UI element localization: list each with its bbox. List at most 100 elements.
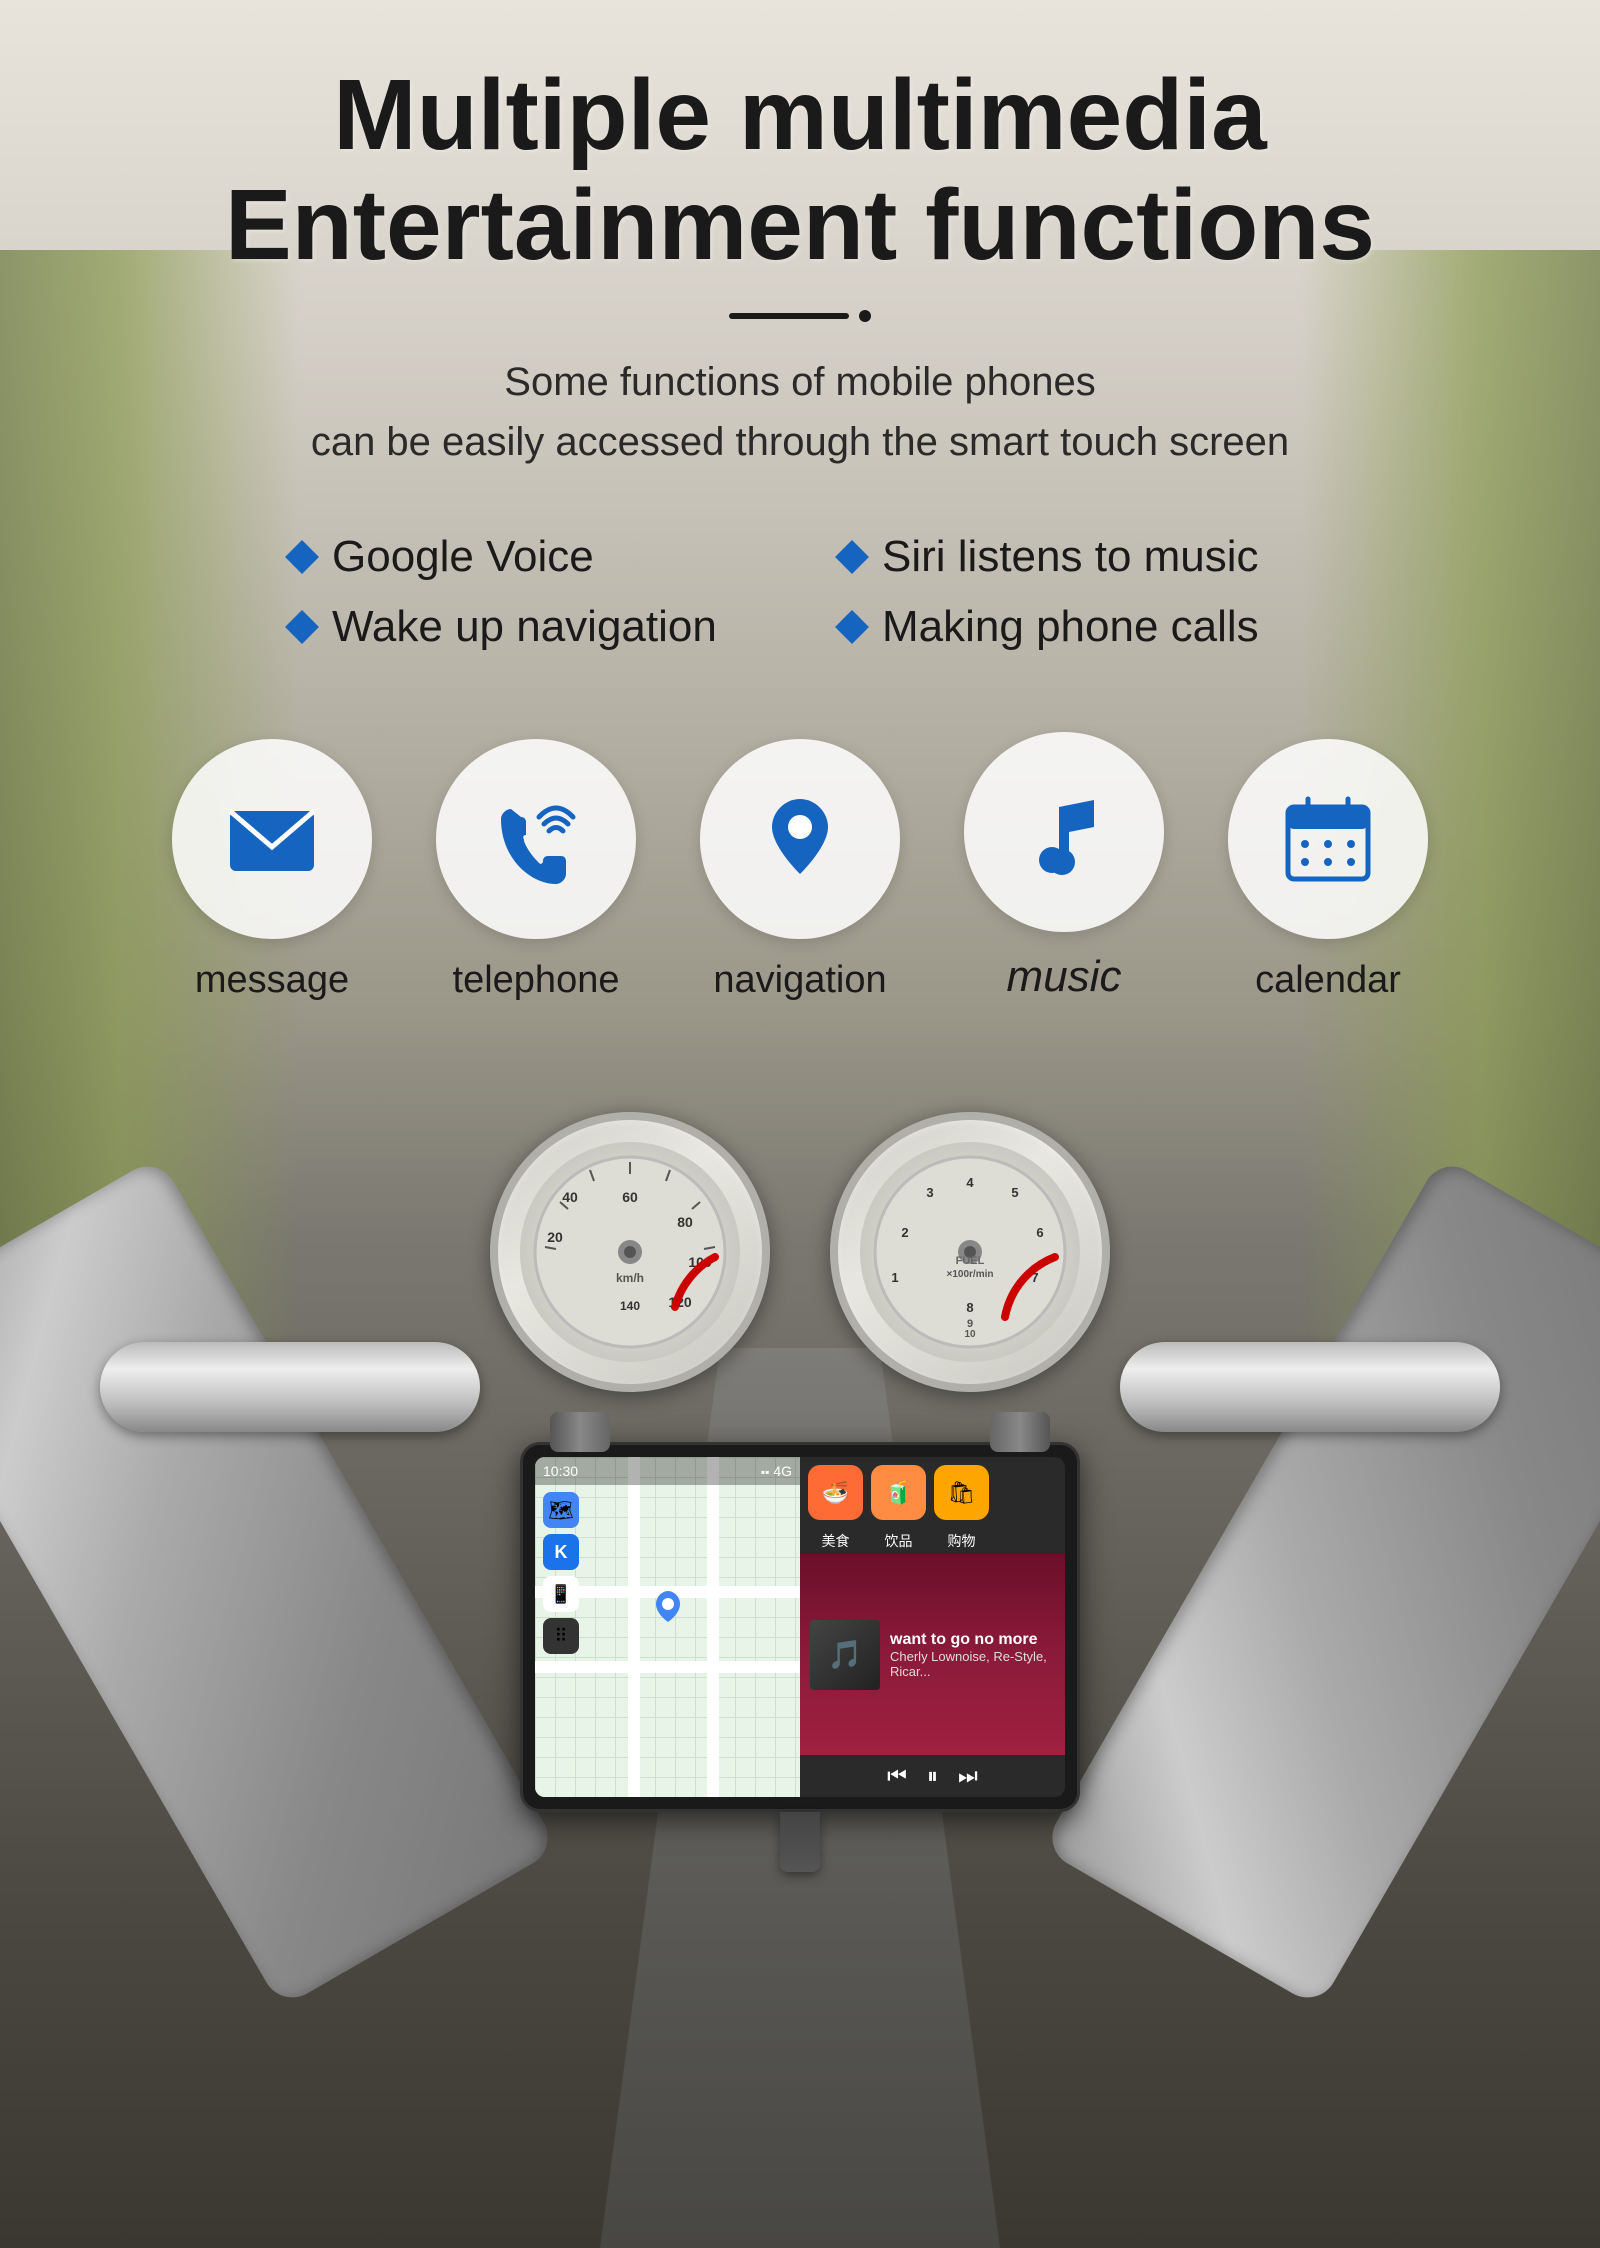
svg-text:3: 3 bbox=[926, 1185, 933, 1200]
svg-text:140: 140 bbox=[620, 1299, 640, 1313]
app-labels-row: 美食 饮品 购物 bbox=[800, 1528, 1065, 1554]
map-app-icons: 🗺 K 📱 ⠿ bbox=[543, 1492, 579, 1654]
music-icon-circle bbox=[964, 732, 1164, 932]
navigation-label: navigation bbox=[713, 959, 886, 1002]
status-signal: ▪▪ 4G bbox=[761, 1463, 792, 1479]
mount-arm-left bbox=[550, 1412, 610, 1452]
diamond-icon bbox=[835, 540, 869, 574]
svg-text:6: 6 bbox=[1036, 1225, 1043, 1240]
device-screen: 10:30 ▪▪ 4G 🗺 K bbox=[535, 1457, 1065, 1797]
screen-apps: 🍜 🧃 🛍 bbox=[800, 1457, 1065, 1797]
feature-item-wake-navigation: Wake up navigation bbox=[290, 602, 760, 652]
smart-device: 10:30 ▪▪ 4G 🗺 K bbox=[520, 1412, 1080, 1872]
svg-text:×100r/min: ×100r/min bbox=[947, 1269, 994, 1280]
main-content: Multiple multimedia Entertainment functi… bbox=[0, 0, 1600, 1972]
pause-button[interactable]: ⏸ bbox=[927, 1763, 938, 1789]
title-line1: Multiple multimedia bbox=[333, 59, 1266, 171]
svg-text:FUEL: FUEL bbox=[956, 1255, 985, 1267]
divider-line bbox=[729, 313, 849, 319]
diamond-icon bbox=[285, 540, 319, 574]
rpm-inner: 3 4 5 6 7 2 1 8 9 10 bbox=[860, 1142, 1080, 1362]
map-road-h2 bbox=[535, 1661, 800, 1673]
app-icon-drinks[interactable]: 🧃 bbox=[871, 1465, 926, 1520]
music-label: music bbox=[1007, 952, 1122, 1002]
icon-item-navigation: navigation bbox=[700, 739, 900, 1002]
maps-app-icon[interactable]: 🗺 bbox=[543, 1492, 579, 1528]
navigation-icon bbox=[750, 789, 850, 889]
feature-label-google-voice: Google Voice bbox=[332, 532, 594, 582]
music-player: 🎵 want to go no more Cherly Lownoise, Re… bbox=[800, 1554, 1065, 1755]
app-icon-shop[interactable]: 🛍 bbox=[934, 1465, 989, 1520]
svg-text:5: 5 bbox=[1011, 1185, 1018, 1200]
app-label-drinks: 饮品 bbox=[871, 1531, 926, 1551]
subtitle-line2: can be easily accessed through the smart… bbox=[311, 420, 1289, 464]
feature-list: Google Voice Siri listens to music Wake … bbox=[250, 532, 1350, 652]
speedometer-svg: 60 80 100 120 40 20 140 bbox=[530, 1152, 730, 1352]
status-bar: 10:30 ▪▪ 4G bbox=[535, 1457, 800, 1485]
device-stem bbox=[780, 1812, 820, 1872]
feature-item-phone-calls: Making phone calls bbox=[840, 602, 1310, 652]
calendar-icon-circle bbox=[1228, 739, 1428, 939]
song-artist: Cherly Lownoise, Re-Style, Ricar... bbox=[890, 1649, 1055, 1679]
message-icon-circle bbox=[172, 739, 372, 939]
music-icon bbox=[1014, 782, 1114, 882]
app-grid: 🍜 🧃 🛍 bbox=[800, 1457, 1065, 1528]
status-time: 10:30 bbox=[543, 1463, 578, 1479]
map-road-v2 bbox=[707, 1457, 719, 1797]
svg-text:4: 4 bbox=[966, 1175, 974, 1190]
feature-label-phone-calls: Making phone calls bbox=[882, 602, 1259, 652]
svg-text:20: 20 bbox=[547, 1229, 563, 1245]
navigation-icon-circle bbox=[700, 739, 900, 939]
icon-item-music: music bbox=[964, 732, 1164, 1002]
svg-text:80: 80 bbox=[677, 1214, 693, 1230]
feature-label-siri-music: Siri listens to music bbox=[882, 532, 1259, 582]
feature-item-google-voice: Google Voice bbox=[290, 532, 760, 582]
calendar-label: calendar bbox=[1255, 959, 1401, 1002]
player-controls: ⏮ ⏸ ⏭ bbox=[800, 1755, 1065, 1797]
svg-text:10: 10 bbox=[964, 1329, 976, 1340]
subtitle-line1: Some functions of mobile phones bbox=[504, 360, 1095, 404]
app-label-food: 美食 bbox=[808, 1531, 863, 1551]
album-art: 🎵 bbox=[810, 1620, 880, 1690]
telephone-label: telephone bbox=[453, 959, 620, 1002]
title-line2: Entertainment functions bbox=[225, 169, 1375, 281]
prev-button[interactable]: ⏮ bbox=[887, 1763, 907, 1789]
carplay-icon[interactable]: 📱 bbox=[543, 1576, 579, 1612]
subtitle: Some functions of mobile phones can be e… bbox=[80, 352, 1520, 472]
svg-text:1: 1 bbox=[891, 1270, 898, 1285]
k-app-icon[interactable]: K bbox=[543, 1534, 579, 1570]
gauge-cluster: 60 80 100 120 40 20 140 bbox=[200, 1082, 1400, 1392]
calendar-icon bbox=[1278, 789, 1378, 889]
icon-item-message: message bbox=[172, 739, 372, 1002]
icon-item-calendar: calendar bbox=[1228, 739, 1428, 1002]
device-body: 10:30 ▪▪ 4G 🗺 K bbox=[520, 1442, 1080, 1812]
divider-dot bbox=[859, 310, 871, 322]
message-icon bbox=[222, 789, 322, 889]
map-pin-icon bbox=[653, 1589, 683, 1631]
speedometer-inner: 60 80 100 120 40 20 140 bbox=[520, 1142, 740, 1362]
message-label: message bbox=[195, 959, 349, 1002]
icons-row: message telephone bbox=[100, 732, 1500, 1002]
svg-text:2: 2 bbox=[901, 1225, 908, 1240]
device-section: 60 80 100 120 40 20 140 bbox=[80, 1082, 1520, 1972]
svg-text:60: 60 bbox=[622, 1189, 638, 1205]
icon-item-telephone: telephone bbox=[436, 739, 636, 1002]
page-title: Multiple multimedia Entertainment functi… bbox=[80, 60, 1520, 280]
speedometer-gauge: 60 80 100 120 40 20 140 bbox=[490, 1112, 770, 1392]
diamond-icon bbox=[285, 610, 319, 644]
svg-text:8: 8 bbox=[966, 1300, 973, 1315]
telephone-icon-circle bbox=[436, 739, 636, 939]
rpm-svg: 3 4 5 6 7 2 1 8 9 10 bbox=[870, 1152, 1070, 1352]
screen-map: 10:30 ▪▪ 4G 🗺 K bbox=[535, 1457, 800, 1797]
next-button[interactable]: ⏭ bbox=[958, 1763, 978, 1789]
feature-item-siri-music: Siri listens to music bbox=[840, 532, 1310, 582]
song-title: want to go no more bbox=[890, 1631, 1055, 1649]
app-icon-food[interactable]: 🍜 bbox=[808, 1465, 863, 1520]
grid-icon[interactable]: ⠿ bbox=[543, 1618, 579, 1654]
telephone-icon bbox=[486, 789, 586, 889]
app-label-shop: 购物 bbox=[934, 1531, 989, 1551]
divider bbox=[80, 310, 1520, 322]
rpm-gauge: 3 4 5 6 7 2 1 8 9 10 bbox=[830, 1112, 1110, 1392]
page-wrapper: Multiple multimedia Entertainment functi… bbox=[0, 0, 1600, 2248]
song-info: want to go no more Cherly Lownoise, Re-S… bbox=[890, 1631, 1055, 1679]
